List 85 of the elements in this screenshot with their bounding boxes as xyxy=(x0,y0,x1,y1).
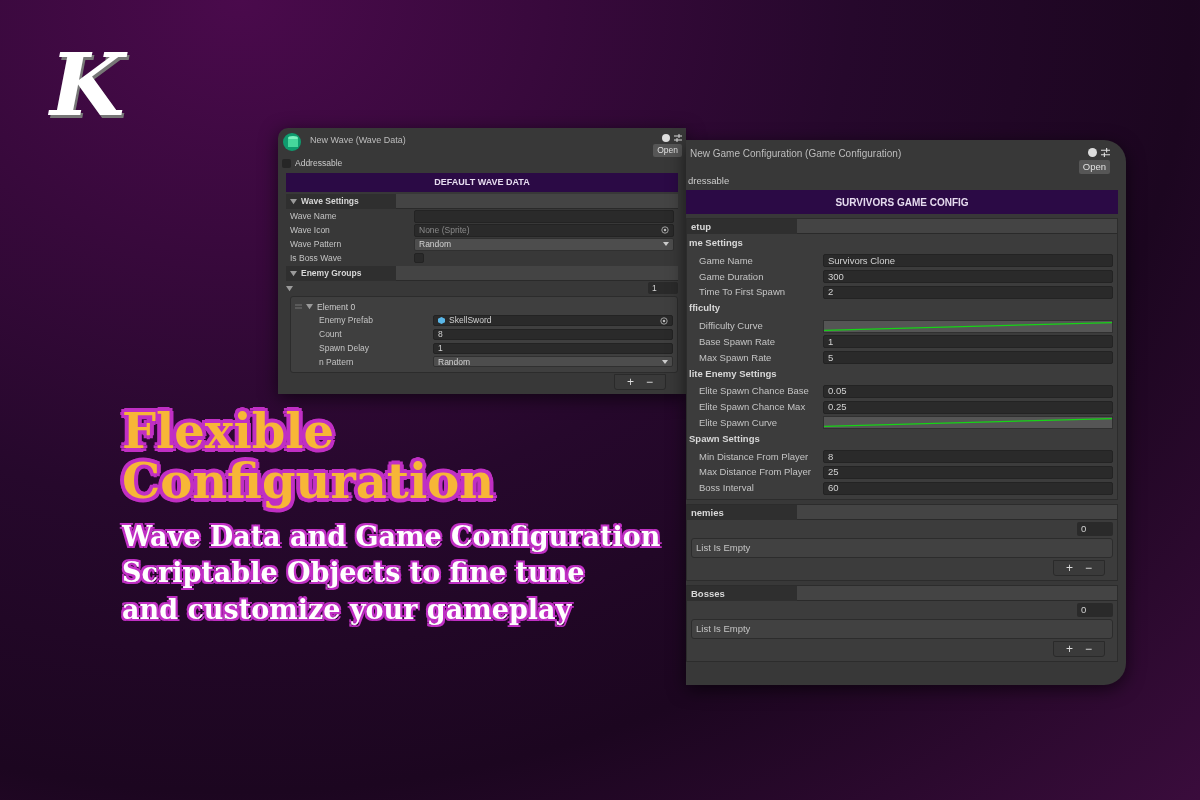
target-picker-icon[interactable] xyxy=(661,226,669,235)
subtitle-text: Wave Data and Game Configuration xyxy=(122,519,661,554)
title-banner: SURVIVORS GAME CONFIG xyxy=(686,190,1118,215)
remove-button[interactable]: − xyxy=(646,375,653,390)
subtitle-text: Scriptable Objects to fine tune xyxy=(122,556,585,591)
add-button[interactable]: + xyxy=(1065,642,1073,657)
field-label: Max Distance From Player xyxy=(699,465,812,480)
expanded-triangle-icon[interactable] xyxy=(306,303,313,311)
field-label: Wave Name xyxy=(290,209,338,223)
foldout-header[interactable]: Bosses xyxy=(687,586,797,602)
checkbox-label: Addressable xyxy=(295,157,343,171)
field-label: Wave Icon xyxy=(290,223,331,237)
settings-sliders-icon[interactable] xyxy=(1101,148,1110,157)
add-button[interactable]: + xyxy=(626,375,634,390)
field-label: Elite Spawn Chance Base xyxy=(699,384,810,399)
foldout-header[interactable]: Enemy Groups xyxy=(286,265,396,281)
empty-list-box: List Is Empty xyxy=(691,538,1113,559)
object-field[interactable]: None (Sprite) xyxy=(414,223,674,237)
prefab-cube-icon xyxy=(438,317,445,325)
settings-sliders-icon[interactable] xyxy=(674,134,682,142)
text-field[interactable]: 300 xyxy=(823,270,1113,284)
element-title: Element 0 xyxy=(317,300,356,314)
text-field[interactable]: 60 xyxy=(823,481,1113,495)
headline-text: Configuration xyxy=(122,456,495,507)
field-label: Time To First Spawn xyxy=(699,285,787,300)
text-field[interactable]: 1 xyxy=(433,342,673,354)
text-field[interactable]: 8 xyxy=(823,450,1113,464)
group-title: me Settings xyxy=(688,236,744,251)
field-label: Min Distance From Player xyxy=(699,449,810,464)
field-label: n Pattern xyxy=(319,355,355,369)
remove-button[interactable]: − xyxy=(1085,561,1092,576)
text-field[interactable]: 2 xyxy=(823,285,1113,299)
expanded-triangle-icon[interactable] xyxy=(290,197,297,205)
curve-field[interactable] xyxy=(823,319,1113,333)
field-label: Is Boss Wave xyxy=(290,251,343,265)
checkbox-label: dressable xyxy=(687,174,731,189)
object-value: SkellSword xyxy=(449,314,492,327)
target-picker-icon[interactable] xyxy=(660,316,668,325)
text-field[interactable]: Survivors Clone xyxy=(823,254,1113,268)
subtitle-text: and customize your gameplay xyxy=(122,592,572,627)
object-field[interactable]: SkellSword xyxy=(433,315,673,327)
text-field[interactable]: 5 xyxy=(823,351,1113,365)
field-label: Game Duration xyxy=(699,269,765,284)
drag-handle-icon[interactable] xyxy=(295,304,302,310)
window-title: New Game Configuration (Game Configuration) xyxy=(690,147,903,161)
field-label: Base Spawn Rate xyxy=(699,334,777,349)
window-title: New Wave (Wave Data) xyxy=(310,134,407,147)
field-label: Count xyxy=(319,328,343,341)
open-button[interactable]: Open xyxy=(1078,160,1110,175)
add-button[interactable]: + xyxy=(1065,561,1073,576)
text-field[interactable]: 8 xyxy=(433,328,673,340)
field-label: Difficulty Curve xyxy=(699,319,764,333)
dropdown-field[interactable]: Random xyxy=(414,237,674,251)
field-label: Max Spawn Rate xyxy=(699,350,773,365)
text-field[interactable] xyxy=(414,209,674,223)
count-field[interactable]: 0 xyxy=(1077,603,1113,618)
field-label: Elite Spawn Chance Max xyxy=(699,400,807,414)
group-title: fficulty xyxy=(688,301,722,316)
field-label: Enemy Prefab xyxy=(319,314,374,327)
foldout-header[interactable]: nemies xyxy=(687,505,797,521)
dropdown-field[interactable]: Random xyxy=(433,356,673,368)
text-field[interactable]: 1 xyxy=(823,335,1113,349)
caret-icon xyxy=(663,242,669,247)
field-label: Elite Spawn Curve xyxy=(699,415,779,430)
field-label: Boss Interval xyxy=(699,481,755,495)
headline-text: Flexible xyxy=(122,406,335,457)
foldout-header[interactable]: etup xyxy=(687,219,797,235)
field-label: Wave Pattern xyxy=(290,237,343,251)
curve-field[interactable] xyxy=(823,416,1113,430)
remove-button[interactable]: − xyxy=(1085,642,1092,657)
title-banner: DEFAULT WAVE DATA xyxy=(286,172,678,192)
field-label: Spawn Delay xyxy=(319,341,371,355)
count-field[interactable]: 1 xyxy=(648,282,678,294)
foldout-header[interactable]: Wave Settings xyxy=(286,193,396,209)
placeholder-text: None (Sprite) xyxy=(419,223,470,237)
field-label: Game Name xyxy=(699,253,754,268)
text-field[interactable]: 0.25 xyxy=(823,400,1113,414)
open-button[interactable]: Open xyxy=(653,144,682,157)
text-field[interactable]: 25 xyxy=(823,465,1113,479)
count-field[interactable]: 0 xyxy=(1077,522,1113,537)
empty-list-box: List Is Empty xyxy=(691,619,1113,640)
caret-icon xyxy=(662,359,668,364)
group-title: lite Enemy Settings xyxy=(688,366,778,381)
text-field[interactable]: 0.05 xyxy=(823,384,1113,398)
group-title: Spawn Settings xyxy=(688,431,761,446)
